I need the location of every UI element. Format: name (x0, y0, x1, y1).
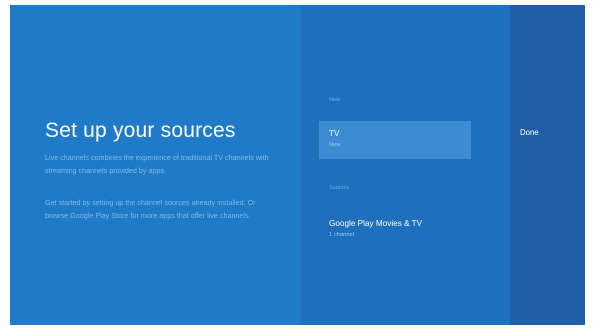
info-panel: Set up your sources Live channels combin… (10, 5, 301, 325)
tv-setup-screen: Set up your sources Live channels combin… (10, 5, 585, 325)
description-paragraph-1: Live channels combines the experience of… (45, 153, 269, 175)
description-paragraph-2: Get started by setting up the channel so… (45, 198, 256, 220)
sources-list-panel (301, 5, 510, 325)
source-item-google-play-movies[interactable]: Google Play Movies & TV 1 channel (319, 211, 471, 249)
source-item-subtitle: New (329, 142, 341, 148)
source-item-title: TV (329, 129, 340, 138)
actions-panel (510, 5, 585, 325)
page-title: Set up your sources (45, 119, 236, 142)
source-item-title: Google Play Movies & TV (329, 219, 423, 228)
source-item-subtitle: 1 channel (329, 232, 355, 238)
section-header-sources: Sources (329, 185, 350, 191)
section-header-new: New (329, 97, 341, 103)
source-item-tv[interactable]: TV New (319, 121, 471, 159)
done-button[interactable]: Done (520, 128, 539, 137)
